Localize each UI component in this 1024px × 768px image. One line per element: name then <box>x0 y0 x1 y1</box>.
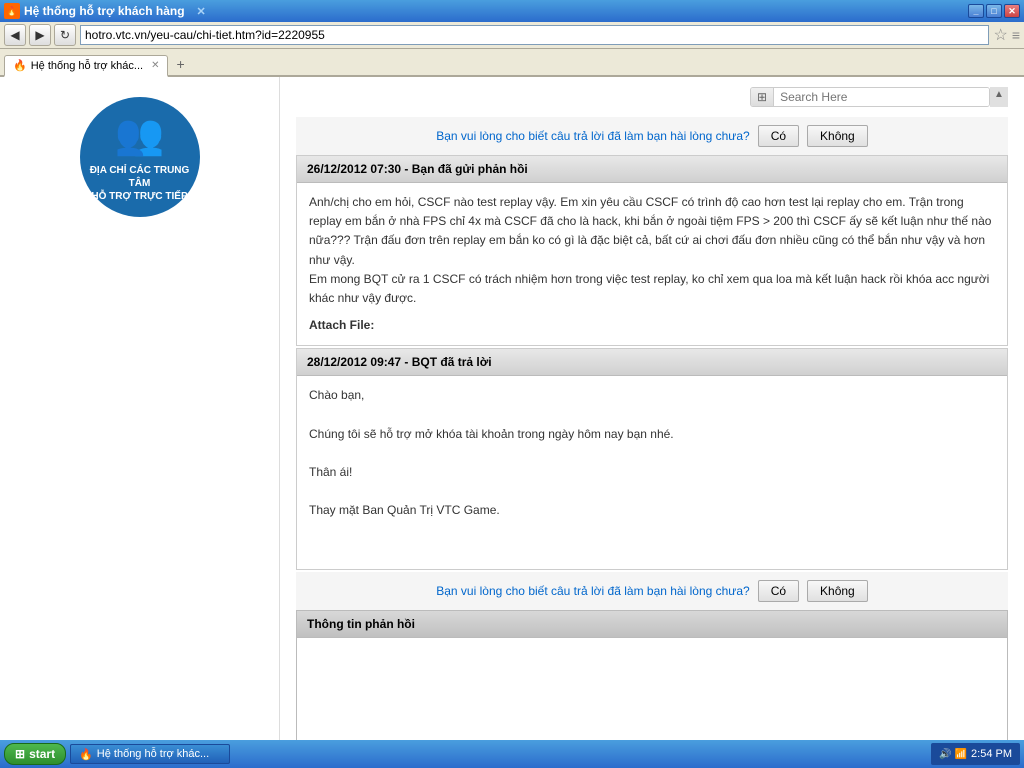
satisfaction-no-bottom[interactable]: Không <box>807 580 868 602</box>
search-icon-button[interactable]: ⊞ <box>751 88 774 106</box>
taskbar-item-icon: 🔥 <box>79 748 93 761</box>
tab-bar: 🔥 Hệ thống hỗ trợ khác... ✕ + <box>0 49 1024 77</box>
title-bar: 🔥 Hệ thống hỗ trợ khách hàng ✕ _ □ ✕ <box>0 0 1024 22</box>
search-input[interactable] <box>774 88 989 106</box>
message-2-line3: Thân ái! <box>309 463 995 482</box>
message-2-header: 28/12/2012 09:47 - BQT đã trả lời <box>297 349 1007 376</box>
satisfaction-question-top: Bạn vui lòng cho biết câu trả lời đã làm… <box>436 129 749 143</box>
back-button[interactable]: ◀ <box>4 24 26 46</box>
feedback-textarea-container <box>296 637 1008 749</box>
satisfaction-yes-top[interactable]: Có <box>758 125 799 147</box>
bookmark-icon[interactable]: ☆ <box>993 25 1007 45</box>
vtc-logo[interactable]: 👥 ĐỊA CHỈ CÁC TRUNG TÂM HỖ TRỢ TRỰC TIẾP <box>80 97 200 217</box>
message-2-body: Chào bạn, Chúng tôi sẽ hỗ trợ mở khóa tà… <box>297 376 1007 569</box>
taskbar-item-label: Hệ thống hỗ trợ khác... <box>97 748 209 760</box>
taskbar-item-1[interactable]: 🔥 Hệ thống hỗ trợ khác... <box>70 744 230 764</box>
message-2-line1: Chào bạn, <box>309 386 995 405</box>
vtc-logo-icon: 👥 <box>115 111 165 158</box>
satisfaction-row-bottom: Bạn vui lòng cho biết câu trả lời đã làm… <box>296 572 1008 610</box>
start-label: start <box>29 747 55 761</box>
system-tray-icons: 🔊 📶 <box>939 749 967 760</box>
search-bar-row: ⊞ ▲ <box>296 87 1008 107</box>
message-1-body: Anh/chị cho em hỏi, CSCF nào test replay… <box>297 183 1007 345</box>
satisfaction-yes-bottom[interactable]: Có <box>758 580 799 602</box>
satisfaction-question-bottom: Bạn vui lòng cho biết câu trả lời đã làm… <box>436 584 749 598</box>
message-block-2: 28/12/2012 09:47 - BQT đã trả lời Chào b… <box>296 348 1008 570</box>
taskbar: ⊞ start 🔥 Hệ thống hỗ trợ khác... 🔊 📶 2:… <box>0 740 1024 768</box>
message-1-header: 26/12/2012 07:30 - Bạn đã gửi phản hồi <box>297 156 1007 183</box>
clock: 2:54 PM <box>971 748 1012 760</box>
taskbar-items: 🔥 Hệ thống hỗ trợ khác... <box>70 744 931 764</box>
left-sidebar: 👥 ĐỊA CHỈ CÁC TRUNG TÂM HỖ TRỢ TRỰC TIẾP <box>0 77 280 749</box>
taskbar-right: 🔊 📶 2:54 PM <box>931 743 1020 765</box>
minimize-button[interactable]: _ <box>968 4 984 18</box>
tab-favicon: 🔥 <box>13 59 27 72</box>
start-button[interactable]: ⊞ start <box>4 743 66 765</box>
main-content: ⊞ ▲ Bạn vui lòng cho biết câu trả lời đã… <box>280 77 1024 749</box>
close-button[interactable]: ✕ <box>1004 4 1020 18</box>
page-wrapper: 👥 ĐỊA CHỈ CÁC TRUNG TÂM HỖ TRỢ TRỰC TIẾP… <box>0 77 1024 749</box>
active-tab[interactable]: 🔥 Hệ thống hỗ trợ khác... ✕ <box>4 55 168 77</box>
settings-icon[interactable]: ≡ <box>1012 27 1020 43</box>
app-icon: 🔥 <box>4 3 20 19</box>
feedback-textarea[interactable] <box>297 638 1007 748</box>
message-2-line4: Thay mặt Ban Quản Trị VTC Game. <box>309 501 995 520</box>
satisfaction-row-top: Bạn vui lòng cho biết câu trả lời đã làm… <box>296 117 1008 155</box>
attach-label: Attach File: <box>309 316 995 335</box>
tab-close-button[interactable]: ✕ <box>151 60 159 71</box>
tab-close-x[interactable]: ✕ <box>197 5 206 18</box>
forward-button[interactable]: ▶ <box>29 24 51 46</box>
tab-label: Hệ thống hỗ trợ khác... <box>31 60 143 72</box>
scroll-up-button[interactable]: ▲ <box>990 87 1008 107</box>
new-tab-button[interactable]: + <box>170 53 190 75</box>
refresh-button[interactable]: ↻ <box>54 24 76 46</box>
message-2-line2: Chúng tôi sẽ hỗ trợ mở khóa tài khoản tr… <box>309 425 995 444</box>
satisfaction-no-top[interactable]: Không <box>807 125 868 147</box>
feedback-section-header: Thông tin phản hồi <box>296 610 1008 637</box>
window-title: Hệ thống hỗ trợ khách hàng <box>24 4 185 18</box>
message-block-1: 26/12/2012 07:30 - Bạn đã gửi phản hồi A… <box>296 155 1008 346</box>
search-container: ⊞ <box>750 87 990 107</box>
maximize-button[interactable]: □ <box>986 4 1002 18</box>
message-1-text: Anh/chị cho em hỏi, CSCF nào test replay… <box>309 193 995 308</box>
vtc-logo-text: ĐỊA CHỈ CÁC TRUNG TÂM HỖ TRỢ TRỰC TIẾP <box>90 164 190 203</box>
browser-toolbar: ◀ ▶ ↻ ☆ ≡ <box>0 22 1024 49</box>
address-input[interactable] <box>80 25 989 45</box>
windows-logo: ⊞ <box>15 747 25 761</box>
